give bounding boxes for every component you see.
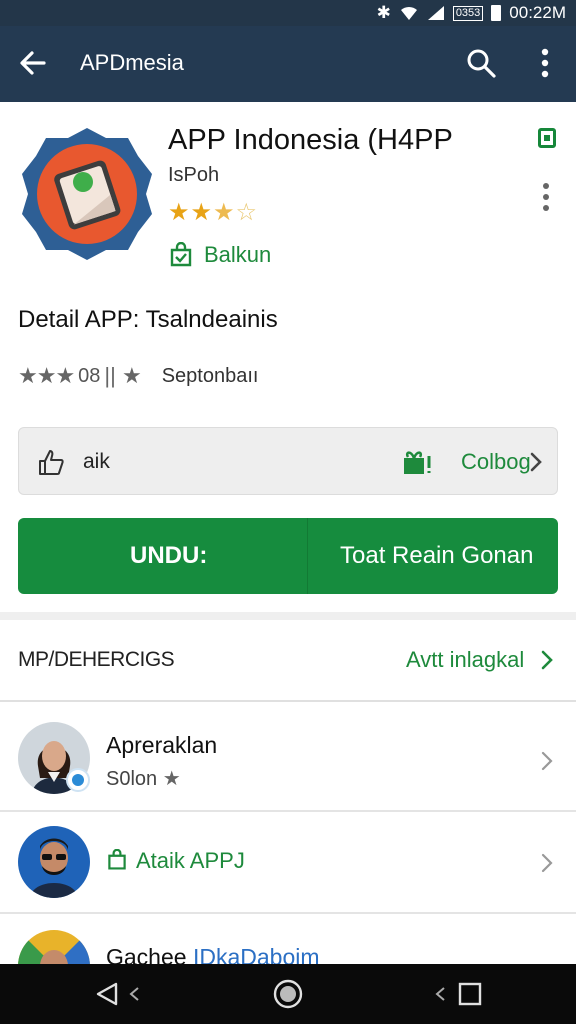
chevron-right-icon[interactable] (529, 451, 543, 473)
star-icon: ★★ (168, 199, 214, 226)
open-label[interactable]: Toat Reain Gonan (340, 542, 533, 570)
installed-indicator: Balkun (168, 242, 271, 268)
clock: 00:22M (509, 3, 566, 22)
installed-label: Balkun (204, 242, 272, 267)
half-star-icon: ★ (213, 199, 236, 226)
back-arrow-icon[interactable] (16, 46, 50, 80)
verified-badge-icon (538, 128, 556, 148)
rating-count: 08 (78, 364, 101, 387)
signal-icon (427, 6, 444, 20)
app-rating-stars: ★★★☆ (168, 198, 258, 227)
star-icon: ★★★ (18, 363, 75, 388)
back-nav-icon[interactable] (94, 980, 144, 1008)
chevron-right-icon[interactable] (540, 649, 554, 671)
rating-summary: ★★★ 08 || ★ Septonbaıı (18, 363, 258, 389)
list-item-title: Apreraklan (106, 732, 218, 758)
status-bar: ✱ 0353 00:22M (0, 0, 576, 26)
list-item[interactable]: Ataik APPJ (0, 814, 576, 914)
home-nav-icon[interactable] (272, 978, 304, 1010)
search-icon[interactable] (464, 46, 498, 80)
wifi-icon (400, 6, 417, 20)
chevron-right-icon[interactable] (540, 852, 554, 874)
detail-title: Detail APP: Tsalndeainis (18, 306, 278, 333)
star-icon: || ★ (104, 363, 142, 388)
install-label[interactable]: UNDU: (130, 542, 207, 570)
bluetooth-icon: ✱ (376, 3, 391, 22)
more-vert-icon[interactable] (534, 180, 558, 214)
section-title: MP/DEHERCIGS (18, 648, 175, 671)
rating-date: Septonbaıı (161, 364, 259, 387)
verified-badge-icon (66, 768, 90, 792)
more-vert-icon[interactable] (530, 44, 560, 82)
chevron-right-icon[interactable] (540, 750, 554, 772)
battery-icon (491, 5, 502, 21)
battery-percent: 0353 (452, 5, 484, 21)
bag-check-icon (108, 848, 126, 870)
avatar (18, 826, 90, 898)
app-bar-title: APDmesia (80, 50, 184, 75)
app-bar: APDmesia (0, 26, 576, 102)
app-logo-icon (22, 128, 152, 260)
action-row[interactable]: aik Colbog (18, 427, 558, 495)
recents-nav-icon[interactable] (432, 980, 486, 1008)
navigation-bar (0, 964, 576, 1024)
developer-name[interactable]: IsPoh (168, 164, 219, 187)
button-divider (307, 518, 308, 594)
app-name: APP Indonesia (H4PP (168, 124, 453, 156)
list-item-subtitle: S0lon ★ (106, 768, 181, 790)
install-button[interactable]: UNDU: Toat Reain Gonan (18, 518, 558, 594)
see-all-link[interactable]: Avtt inlagkal (406, 647, 524, 673)
section-divider (0, 612, 576, 620)
gift-icon[interactable] (401, 448, 435, 476)
like-label[interactable]: aik (83, 450, 110, 474)
thumb-up-icon[interactable] (37, 448, 65, 476)
empty-star-icon: ☆ (235, 199, 259, 226)
list-item-subtitle: Ataik APPJ (106, 848, 245, 874)
bag-check-icon (170, 242, 192, 267)
list-item[interactable]: Apreraklan S0lon ★ (0, 712, 576, 812)
wishlist-label[interactable]: Colbog (461, 449, 531, 475)
section-header: MP/DEHERCIGS Avtt inlagkal (0, 620, 576, 702)
star-icon: ★ (162, 768, 181, 790)
